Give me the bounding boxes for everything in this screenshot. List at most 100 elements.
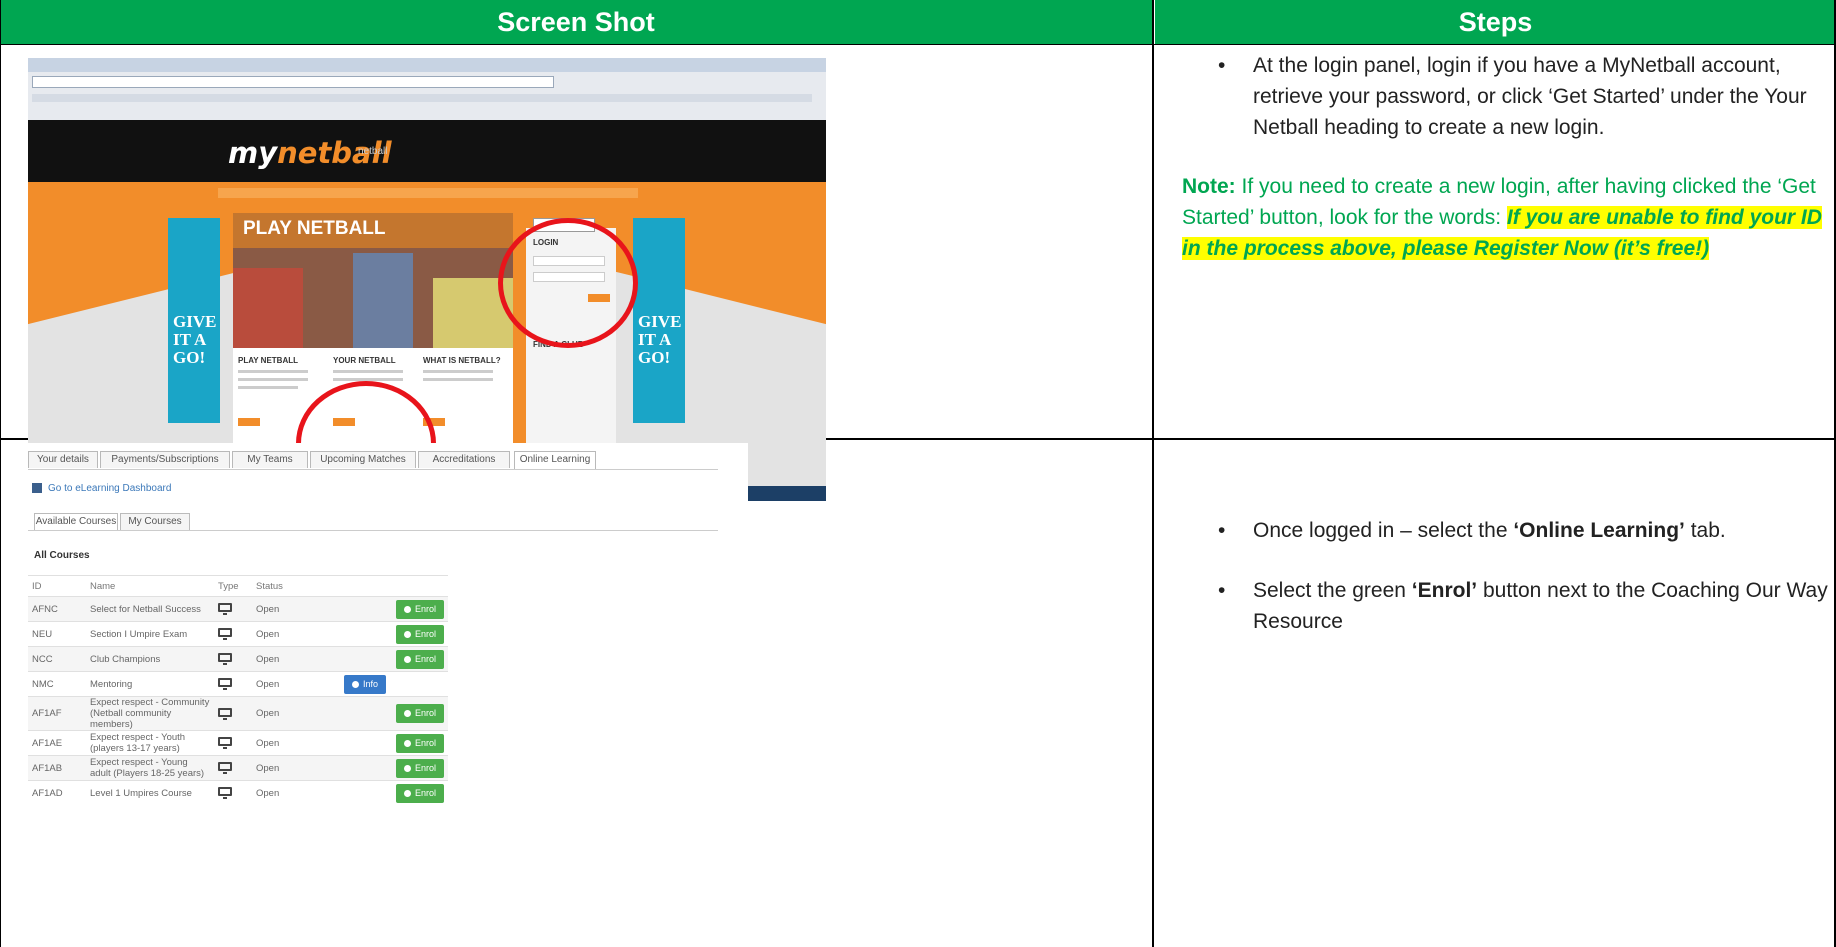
- plus-icon: [403, 789, 411, 797]
- course-status: Open: [252, 780, 340, 805]
- table-row: AF1AE Expect respect - Youth (players 13…: [28, 730, 448, 756]
- step-enrol: Select the green ‘Enrol’ button next to …: [1156, 575, 1834, 637]
- text-line: [423, 370, 493, 373]
- table-row: AF1AD Level 1 Umpires Course Open Enrol: [28, 780, 448, 805]
- course-name: Expect respect - Community (Netball comm…: [86, 696, 214, 731]
- course-id: AF1AB: [28, 755, 86, 781]
- col-id-header: ID: [28, 575, 86, 597]
- plus-icon: [403, 764, 411, 772]
- enrol-button[interactable]: Enrol: [395, 733, 444, 753]
- col-title-your: YOUR NETBALL: [333, 356, 396, 365]
- give-it-a-go-banner-left: GIVE IT A GO!: [168, 218, 220, 423]
- table-row: AF1AB Expect respect - Young adult (Play…: [28, 755, 448, 781]
- header-steps: Steps: [1155, 0, 1836, 44]
- steps-row1: At the login panel, login if you have a …: [1156, 50, 1834, 435]
- course-name: Expect respect - Young adult (Players 18…: [86, 755, 214, 781]
- subtab-available-courses[interactable]: Available Courses: [34, 513, 118, 530]
- tab-online-learning[interactable]: Online Learning: [514, 451, 596, 470]
- online-learning-screenshot: Your details Payments/Subscriptions My T…: [28, 443, 748, 947]
- plus-icon: [403, 710, 411, 718]
- step-login: At the login panel, login if you have a …: [1156, 50, 1834, 143]
- col-type-header: Type: [214, 575, 252, 597]
- course-id: AF1AD: [28, 780, 86, 805]
- col-name-header: Name: [86, 575, 214, 597]
- browser-chrome: [28, 58, 826, 120]
- enrol-button[interactable]: Enrol: [395, 783, 444, 803]
- browser-bookmarks-bar: [32, 94, 812, 102]
- course-id: NMC: [28, 671, 86, 697]
- table-row: AF1AF Expect respect - Community (Netbal…: [28, 696, 448, 731]
- course-id: AF1AE: [28, 730, 86, 756]
- tab-baseline: [28, 469, 718, 470]
- instruction-table: Screen Shot Steps mynetball netball GIVE…: [0, 0, 1836, 947]
- browser-address-bar: [32, 76, 554, 88]
- course-id: NCC: [28, 646, 86, 672]
- course-status: Open: [252, 755, 340, 781]
- course-status: Open: [252, 596, 340, 622]
- course-name: Mentoring: [86, 671, 214, 697]
- play-more-button[interactable]: [238, 418, 260, 426]
- monitor-icon: [218, 737, 232, 749]
- table-header-row: ID Name Type Status: [28, 575, 448, 597]
- text-line: [423, 378, 493, 381]
- tab-payments[interactable]: Payments/Subscriptions: [100, 451, 230, 468]
- steps-row2: Once logged in – select the ‘Online Lear…: [1156, 515, 1834, 915]
- course-id: AFNC: [28, 596, 86, 622]
- info-button[interactable]: Info: [344, 674, 387, 694]
- give-it-a-go-banner-right: GIVE IT A GO!: [633, 218, 685, 423]
- netball-site-screenshot: mynetball netball GIVE IT A GO! GIVE IT …: [28, 58, 826, 501]
- plus-icon: [403, 630, 411, 638]
- elearning-dashboard-link[interactable]: Go to eLearning Dashboard: [32, 483, 171, 494]
- plus-icon: [403, 739, 411, 747]
- play-netball-title: PLAY NETBALL: [243, 218, 386, 239]
- plus-icon: [403, 605, 411, 613]
- col-action-header: [340, 575, 448, 597]
- course-status: Open: [252, 730, 340, 756]
- monitor-icon: [218, 678, 232, 690]
- enrol-button[interactable]: Enrol: [395, 758, 444, 778]
- monitor-icon: [218, 787, 232, 799]
- netball-photo: [233, 248, 513, 348]
- text-line: [238, 386, 298, 389]
- monitor-icon: [218, 653, 232, 665]
- enrol-button[interactable]: Enrol: [395, 599, 444, 619]
- tab-accreditations[interactable]: Accreditations: [418, 451, 510, 468]
- course-name: Expect respect - Youth (players 13-17 ye…: [86, 730, 214, 756]
- course-status: Open: [252, 646, 340, 672]
- header-screenshot: Screen Shot: [0, 0, 1152, 44]
- note-paragraph: Note: If you need to create a new login,…: [1156, 171, 1834, 264]
- info-icon: [352, 680, 359, 688]
- courses-table: ID Name Type Status AFNC Select for Netb…: [28, 575, 448, 805]
- table-row: NCC Club Champions Open Enrol: [28, 646, 448, 672]
- tab-upcoming-matches[interactable]: Upcoming Matches: [310, 451, 416, 468]
- monitor-icon: [218, 707, 232, 720]
- subtab-baseline: [28, 530, 718, 531]
- text-line: [333, 370, 403, 373]
- table-row: NMC Mentoring Open Info: [28, 671, 448, 697]
- book-icon: [32, 483, 42, 494]
- course-status: Open: [252, 696, 340, 731]
- course-name: Club Champions: [86, 646, 214, 672]
- netball-sub-logo: netball: [358, 146, 388, 157]
- text-line: [238, 370, 308, 373]
- tab-my-teams[interactable]: My Teams: [232, 451, 308, 468]
- monitor-icon: [218, 628, 232, 640]
- col-status-header: Status: [252, 575, 340, 597]
- enrol-button[interactable]: Enrol: [395, 704, 444, 723]
- note-label: Note:: [1182, 175, 1236, 198]
- table-row: AFNC Select for Netball Success Open Enr…: [28, 596, 448, 622]
- course-name: Select for Netball Success: [86, 596, 214, 622]
- tab-your-details[interactable]: Your details: [28, 451, 98, 468]
- course-name: Level 1 Umpires Course: [86, 780, 214, 805]
- grid-header-bottom: [0, 44, 1836, 45]
- browser-tabs: [28, 58, 826, 72]
- monitor-icon: [218, 762, 232, 774]
- site-header: [28, 120, 826, 182]
- subtab-my-courses[interactable]: My Courses: [120, 513, 190, 530]
- enrol-button[interactable]: Enrol: [395, 624, 444, 644]
- monitor-icon: [218, 603, 232, 615]
- course-name: Section I Umpire Exam: [86, 621, 214, 647]
- enrol-button[interactable]: Enrol: [395, 649, 444, 669]
- site-nav: [218, 188, 638, 198]
- all-courses-heading: All Courses: [34, 550, 90, 561]
